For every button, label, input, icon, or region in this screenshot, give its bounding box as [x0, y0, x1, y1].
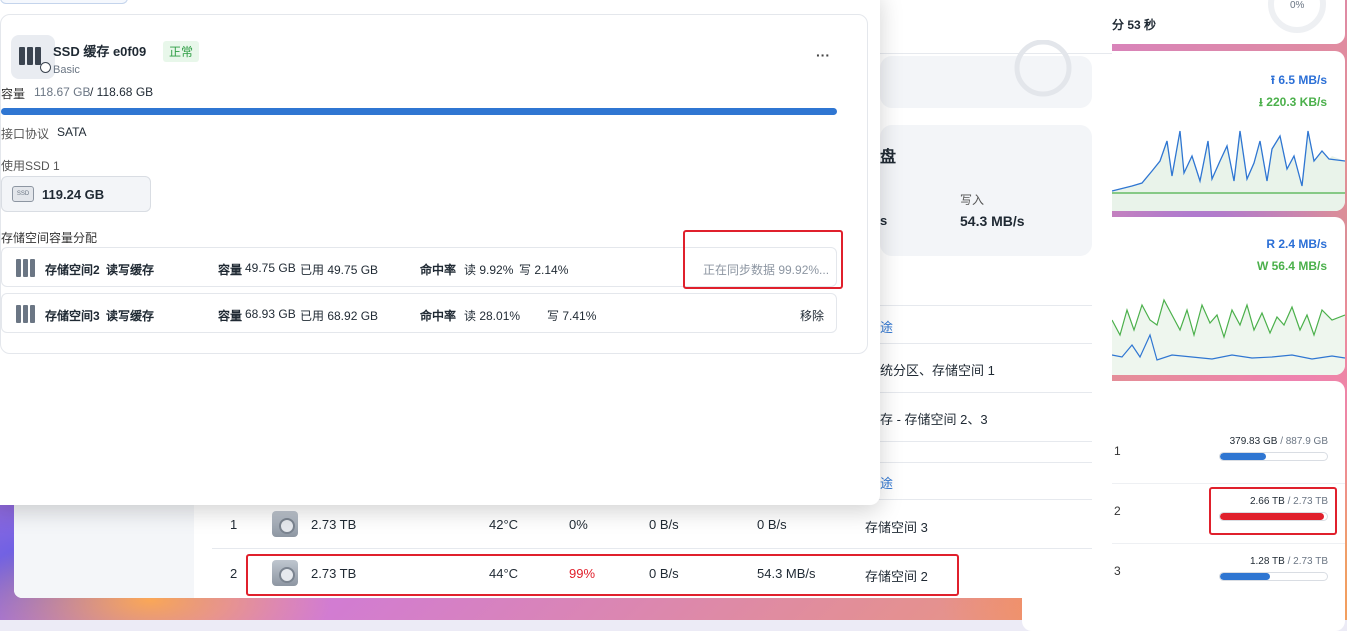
pool-used: 已用 49.75 GB [300, 263, 379, 277]
divider [880, 441, 1092, 442]
disk-temp: 42°C [489, 517, 519, 532]
pool-used: 已用 68.92 GB [300, 309, 379, 323]
pool-read-hit: 读 9.92% [464, 263, 514, 277]
pool-icon [16, 259, 36, 277]
status-badge: 正常 [163, 41, 200, 62]
capacity-progress-bar [1, 108, 837, 115]
disk-index: 2 [230, 566, 238, 581]
hdd-icon [272, 511, 298, 537]
table-row[interactable]: 1 2.73 TB 42°C 0% 0 B/s 0 B/s 存储空间 3 [212, 501, 1092, 549]
net-upload-speed: ⭱ 6.5 MB/s [1270, 73, 1327, 87]
divider [880, 305, 1092, 306]
more-menu-button[interactable]: ··· [816, 47, 830, 63]
volume-usage: 1.28 TB / 2.73 TB [1249, 556, 1328, 567]
volume-usage-fill [1220, 573, 1271, 580]
ssd-used-label: 使用SSD 1 [1, 159, 60, 173]
capacity-available: 118.67 GB [34, 85, 91, 99]
capacity-total: / 118.68 GB [90, 85, 154, 99]
usage-cell: 存 - 存储空间 2、3 [880, 412, 988, 427]
divider [212, 548, 1092, 549]
pool-name: 存储空间2 [45, 263, 100, 277]
pool-cap: 68.93 GB [245, 307, 296, 321]
pool-icon [16, 305, 36, 323]
disk-util: 0% [569, 517, 588, 532]
volume-label: 3 [1114, 564, 1121, 578]
gauge-ring [1014, 40, 1072, 97]
gauge-card [880, 40, 1092, 108]
usage-column-header: 途 [880, 476, 894, 491]
ssd-size: 119.24 GB [42, 187, 105, 202]
interface-label: 接口协议 [1, 127, 50, 141]
pool-write-hit: 写 7.41% [547, 309, 597, 323]
disk-index: 1 [230, 517, 238, 532]
write-speed: 54.3 MB/s [960, 213, 1025, 229]
disk-write: 0 B/s [757, 517, 787, 532]
disk-pool: 存储空间 3 [865, 520, 928, 535]
volume-usage-bar [1219, 572, 1328, 581]
io-write-speed: W 56.4 MB/s [1256, 259, 1327, 273]
disk-size: 2.73 TB [311, 517, 357, 532]
disk-read: 0 B/s [649, 517, 679, 532]
volume-usage-bar [1219, 452, 1328, 461]
ssd-cache-icon [11, 35, 55, 79]
pool-mode: 读写缓存 [106, 309, 155, 323]
ssd-chip-icon: SSD [12, 186, 34, 202]
capacity-label: 容量 [1, 87, 26, 101]
divider [880, 392, 1092, 393]
disk-io-card: 盘 写入 s 54.3 MB/s [880, 125, 1092, 256]
uptime-text: 分 53 秒 [1112, 18, 1157, 32]
volume-label: 2 [1114, 504, 1121, 518]
list-item[interactable]: 存储空间3 读写缓存 容量 68.93 GB 已用 68.92 GB 命中率 读… [1, 293, 837, 333]
volume-usage: 379.83 GB / 887.9 GB [1229, 436, 1328, 447]
card-title: 盘 [880, 149, 897, 166]
divider [880, 343, 1092, 344]
read-speed-fragment: s [880, 213, 888, 228]
raid-type: Basic [53, 64, 80, 76]
volume-label: 1 [1114, 444, 1121, 458]
highlight-box [246, 554, 959, 596]
cpu-percent: 0% [1290, 0, 1305, 11]
io-read-speed: R 2.4 MB/s [1266, 237, 1327, 251]
remove-button[interactable]: 移除 [800, 307, 824, 324]
pool-cap-label: 容量 [218, 263, 243, 277]
usage-cell: 统分区、存储空间 1 [880, 363, 995, 378]
pool-name: 存储空间3 [45, 309, 100, 323]
highlight-box [683, 230, 843, 289]
volume-usage-fill [1220, 453, 1266, 460]
alloc-label: 存储空间容量分配 [1, 231, 98, 245]
ssd-cache-name: SSD 缓存 e0f09 [53, 44, 147, 59]
ssd-device-chip[interactable]: SSD 119.24 GB [1, 176, 151, 212]
top-button-edge[interactable] [0, 0, 128, 4]
ssd-cache-card: SSD 缓存 e0f09 正常 Basic ··· 容量 118.67 GB /… [0, 14, 868, 354]
pool-read-hit: 读 28.01% [464, 309, 521, 323]
pool-cap: 49.75 GB [245, 261, 296, 275]
highlight-box [1209, 487, 1337, 535]
usage-column-header: 途 [880, 320, 894, 335]
divider [880, 462, 1092, 463]
pool-hit-label: 命中率 [420, 263, 457, 277]
pool-hit-label: 命中率 [420, 309, 457, 323]
write-label: 写入 [960, 193, 985, 207]
interface-value: SATA [57, 125, 87, 139]
pool-mode: 读写缓存 [106, 263, 155, 277]
pool-cap-label: 容量 [218, 309, 243, 323]
pool-write-hit: 写 2.14% [519, 263, 569, 277]
